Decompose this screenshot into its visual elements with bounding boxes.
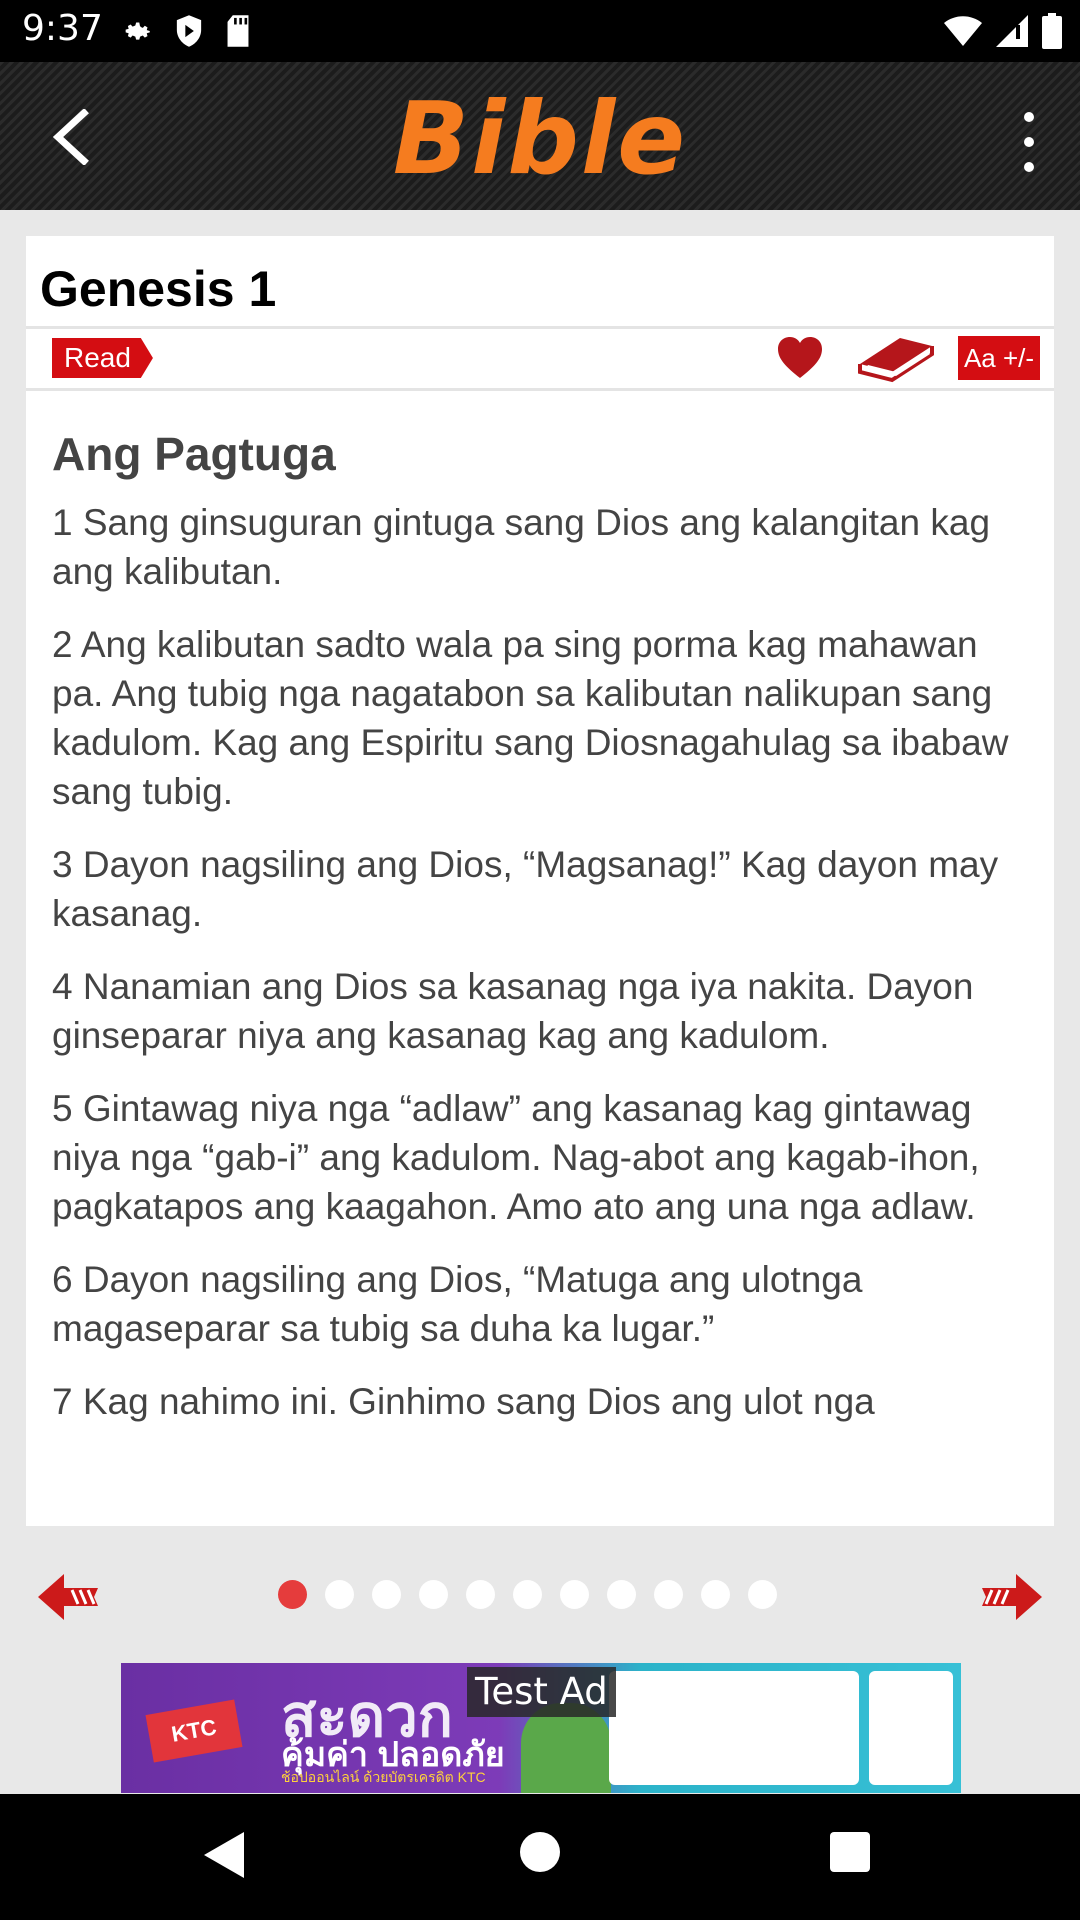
verse: 1 Sang ginsuguran gintuga sang Dios ang …	[52, 502, 991, 592]
verse: 5 Gintawag niya nga “adlaw” ang kasanag …	[52, 1088, 980, 1227]
ad-banner[interactable]: KTC สะดวก คุ้มค่า ปลอดภัย ช้อปออนไลน์ ด้…	[121, 1663, 961, 1793]
nav-home-icon[interactable]	[520, 1832, 560, 1872]
chapter-title: Genesis 1	[40, 261, 277, 317]
status-bar: 9:37	[0, 0, 1080, 62]
app-title: Bible	[392, 80, 688, 197]
page-dot[interactable]	[560, 1580, 589, 1609]
chapter-card: Genesis 1 Read Aa +/- Ang Pagtuga 1 Sang…	[26, 236, 1054, 1526]
page-dot[interactable]	[419, 1580, 448, 1609]
ad-label: Test Ad	[467, 1667, 616, 1717]
book-icon[interactable]	[856, 334, 936, 384]
verse: 7 Kag nahimo ini. Ginhimo sang Dios ang …	[52, 1381, 875, 1422]
wifi-icon	[944, 16, 982, 46]
ad-logo: KTC	[145, 1699, 243, 1763]
nav-back-icon[interactable]	[204, 1832, 244, 1878]
play-protect-icon	[176, 15, 202, 47]
system-nav-bar	[0, 1794, 1080, 1920]
page-dot[interactable]	[513, 1580, 542, 1609]
prev-arrow-icon[interactable]	[36, 1570, 102, 1624]
font-size-button[interactable]: Aa +/-	[958, 336, 1040, 380]
divider	[26, 326, 1054, 329]
verse: 6 Dayon nagsiling ang Dios, “Matuga ang …	[52, 1259, 863, 1349]
verse: 4 Nanamian ang Dios sa kasanag nga iya n…	[52, 966, 974, 1056]
page-dot[interactable]	[466, 1580, 495, 1609]
page-dot[interactable]	[325, 1580, 354, 1609]
ad-fineprint: ช้อปออนไลน์ ด้วยบัตรเครดิต KTC	[281, 1769, 486, 1785]
overflow-menu-icon[interactable]	[1014, 112, 1044, 172]
page-dot[interactable]	[372, 1580, 401, 1609]
ad-partner-panel	[609, 1671, 859, 1785]
next-arrow-icon[interactable]	[978, 1570, 1044, 1624]
section-heading: Ang Pagtuga	[52, 428, 336, 480]
divider	[26, 388, 1054, 391]
page-dot[interactable]	[607, 1580, 636, 1609]
app-header: Bible	[0, 62, 1080, 210]
chapter-toolbar: Read Aa +/-	[26, 330, 1054, 392]
page-dot[interactable]	[654, 1580, 683, 1609]
page-dot[interactable]	[748, 1580, 777, 1609]
verse: 2 Ang kalibutan sadto wala pa sing porma…	[52, 624, 1009, 812]
battery-icon	[1042, 13, 1062, 49]
chapter-pager	[0, 1550, 1080, 1640]
heart-icon[interactable]	[776, 336, 824, 380]
page-dot[interactable]	[701, 1580, 730, 1609]
ad-partner-panel	[869, 1671, 953, 1785]
nav-recents-icon[interactable]	[830, 1832, 870, 1872]
verse: 3 Dayon nagsiling ang Dios, “Magsanag!” …	[52, 844, 999, 934]
cell-signal-icon	[996, 15, 1028, 47]
settings-icon	[125, 22, 150, 40]
status-icons-right	[944, 10, 1062, 52]
status-icons-left	[120, 10, 252, 52]
read-button[interactable]: Read	[52, 338, 153, 378]
page-indicator	[278, 1580, 777, 1609]
chapter-content: Ang Pagtuga 1 Sang ginsuguran gintuga sa…	[52, 426, 1032, 1450]
page-dot-active[interactable]	[278, 1580, 307, 1609]
status-time: 9:37	[22, 8, 103, 49]
sd-card-icon	[227, 15, 249, 47]
